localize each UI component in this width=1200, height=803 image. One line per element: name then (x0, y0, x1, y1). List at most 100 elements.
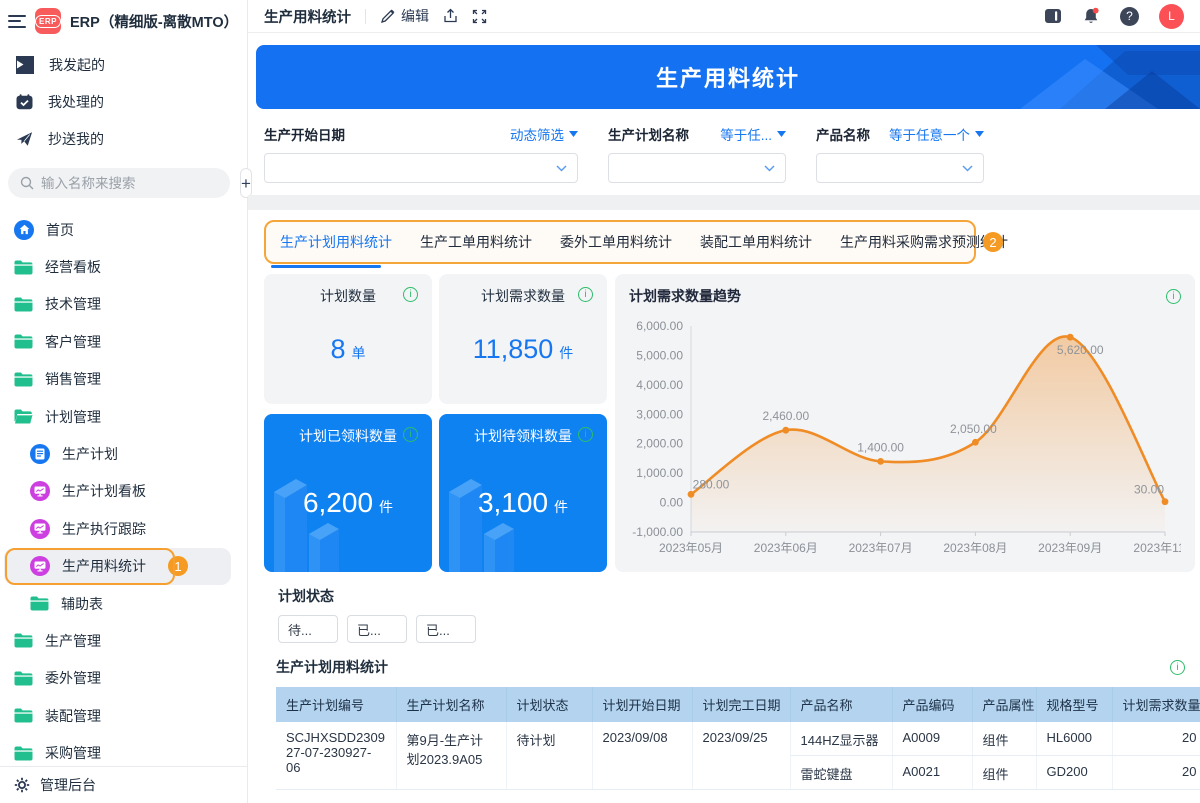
sidebar-item-技术管理[interactable]: 技术管理 (0, 286, 247, 323)
sidebar-item-生产执行跟踪[interactable]: 生产执行跟踪 (0, 510, 247, 547)
folder-icon (14, 746, 33, 761)
caret-down-icon (569, 131, 578, 137)
active-tab-underline (271, 265, 381, 268)
gear-icon (14, 777, 30, 793)
search-input[interactable] (41, 176, 218, 191)
sidebar-item-辅助表[interactable]: 辅助表 (0, 585, 247, 622)
cell-product-name: 雷蛇键盘 (790, 756, 892, 790)
tab-装配工单用料统计[interactable]: 装配工单用料统计 (700, 232, 812, 252)
quick-item-label: 我发起的 (49, 55, 105, 75)
sidebar-item-生产用料统计[interactable]: 生产用料统计1 (4, 548, 231, 585)
info-icon[interactable]: i (1170, 660, 1185, 675)
sidebar-item-客户管理[interactable]: 客户管理 (0, 323, 247, 360)
trend-chart-svg: 6,000.005,000.004,000.003,000.002,000.00… (629, 310, 1181, 566)
plan-status-option-1[interactable]: 已... (347, 615, 407, 643)
x-axis-ticks (691, 532, 1165, 536)
divider (365, 9, 366, 24)
plan-status-options: 待... 已... 已... (278, 615, 1184, 643)
board-icon (30, 481, 50, 501)
cell-product-attr: 组件 (972, 722, 1036, 756)
sidebar-item-采购管理[interactable]: 采购管理 (0, 734, 247, 766)
quick-item-0[interactable]: 我发起的 (0, 46, 247, 83)
caret-down-icon (777, 131, 786, 137)
svg-text:2023年07月: 2023年07月 (849, 541, 913, 555)
info-icon[interactable]: i (403, 427, 418, 442)
app-logo: ERP (35, 8, 61, 34)
sidebar-item-销售管理[interactable]: 销售管理 (0, 361, 247, 398)
edit-label: 编辑 (401, 6, 429, 26)
menu-item-label: 经营看板 (45, 257, 101, 277)
x-axis-labels: 2023年05月2023年06月2023年07月2023年08月2023年09月… (659, 541, 1181, 555)
sidebar-item-经营看板[interactable]: 经营看板 (0, 248, 247, 285)
table-header-row: 生产计划用料统计 i (276, 657, 1185, 677)
menu-item-label: 销售管理 (45, 369, 101, 389)
hamburger-menu-icon[interactable] (8, 15, 26, 28)
sidebar-item-admin-backend[interactable]: 管理后台 (0, 766, 247, 803)
sidebar: ERP ERP（精细版-离散MTO） 我发起的我处理的抄送我的 + 首页经营看板… (0, 0, 248, 803)
info-icon[interactable]: i (578, 287, 593, 302)
sidebar-item-生产管理[interactable]: 生产管理 (0, 622, 247, 659)
info-icon[interactable]: i (1166, 289, 1181, 304)
cell-product-code: A0009 (892, 722, 972, 756)
info-icon[interactable]: i (578, 427, 593, 442)
filter-operator-dropdown[interactable]: 动态筛选 (510, 124, 578, 144)
journal-icon[interactable] (1044, 8, 1062, 24)
sidebar-item-委外管理[interactable]: 委外管理 (0, 660, 247, 697)
sidebar-menu: 首页经营看板技术管理客户管理销售管理计划管理生产计划生产计划看板生产执行跟踪生产… (0, 205, 247, 766)
fullscreen-button[interactable] (472, 9, 487, 24)
app-title: ERP（精细版-离散MTO） (70, 11, 238, 32)
sidebar-search-row: + (0, 159, 247, 205)
cell-spec: HL6000 (1036, 722, 1112, 756)
notification-bell-icon[interactable] (1082, 7, 1100, 25)
chart-title: 计划需求数量趋势 (629, 286, 741, 306)
page-title: 生产用料统计 (264, 6, 351, 27)
menu-item-label: 计划管理 (45, 407, 101, 427)
tab-生产工单用料统计[interactable]: 生产工单用料统计 (420, 232, 532, 252)
sidebar-item-生产计划看板[interactable]: 生产计划看板 (0, 473, 247, 510)
quick-item-1[interactable]: 我处理的 (0, 83, 247, 120)
cell-product-code: A0021 (892, 756, 972, 790)
edit-button[interactable]: 编辑 (380, 6, 429, 26)
folder-icon (14, 334, 33, 349)
help-icon[interactable]: ? (1120, 7, 1139, 26)
svg-text:1,000.00: 1,000.00 (636, 466, 683, 480)
menu-item-label: 客户管理 (45, 332, 101, 352)
dashboard: 计划数量i8单计划需求数量i11,850件计划已领料数量i6,200件计划待领料… (256, 268, 1192, 572)
column-header-产品名称: 产品名称 (790, 687, 892, 722)
svg-text:4,000.00: 4,000.00 (636, 378, 683, 392)
quick-item-2[interactable]: 抄送我的 (0, 120, 247, 157)
user-avatar[interactable]: L (1159, 4, 1184, 29)
tab-生产计划用料统计[interactable]: 生产计划用料统计 (280, 232, 392, 252)
sidebar-item-首页[interactable]: 首页 (0, 211, 247, 248)
svg-text:3,000.00: 3,000.00 (636, 407, 683, 421)
filter-value-select[interactable] (608, 153, 786, 183)
filter-group-2: 产品名称等于任意一个 (816, 124, 984, 183)
stat-card-unit: 件 (379, 497, 393, 517)
filter-value-select[interactable] (264, 153, 578, 183)
folder-icon (14, 708, 33, 723)
filter-group-1: 生产计划名称 等于任... (608, 124, 786, 183)
search-box[interactable] (8, 168, 230, 198)
filter-label: 生产计划名称 (608, 124, 689, 144)
filter-label: 产品名称 (816, 124, 870, 144)
tab-委外工单用料统计[interactable]: 委外工单用料统计 (560, 232, 672, 252)
materials-table: 生产计划编号生产计划名称计划状态计划开始日期计划完工日期产品名称产品编码产品属性… (276, 687, 1200, 790)
column-header-计划状态: 计划状态 (506, 687, 592, 722)
info-icon[interactable]: i (403, 287, 418, 302)
filter-value-select[interactable] (816, 153, 984, 183)
svg-text:5,000.00: 5,000.00 (636, 348, 683, 362)
banner-decoration (900, 45, 1200, 109)
sidebar-item-计划管理[interactable]: 计划管理 (0, 398, 247, 435)
filter-operator-dropdown[interactable]: 等于任... (720, 124, 786, 144)
stat-card-unit: 件 (554, 497, 568, 517)
sidebar-item-生产计划[interactable]: 生产计划 (0, 435, 247, 472)
sidebar-item-装配管理[interactable]: 装配管理 (0, 697, 247, 734)
filter-operator-dropdown[interactable]: 等于任意一个 (889, 124, 984, 144)
cell-status: 待计划 (506, 722, 592, 790)
svg-text:2,460.00: 2,460.00 (762, 409, 809, 423)
export-button[interactable] (443, 8, 458, 24)
plan-status-option-0[interactable]: 待... (278, 615, 338, 643)
svg-text:6,000.00: 6,000.00 (636, 319, 683, 333)
plan-status-option-2[interactable]: 已... (416, 615, 476, 643)
folder-icon (14, 297, 33, 312)
